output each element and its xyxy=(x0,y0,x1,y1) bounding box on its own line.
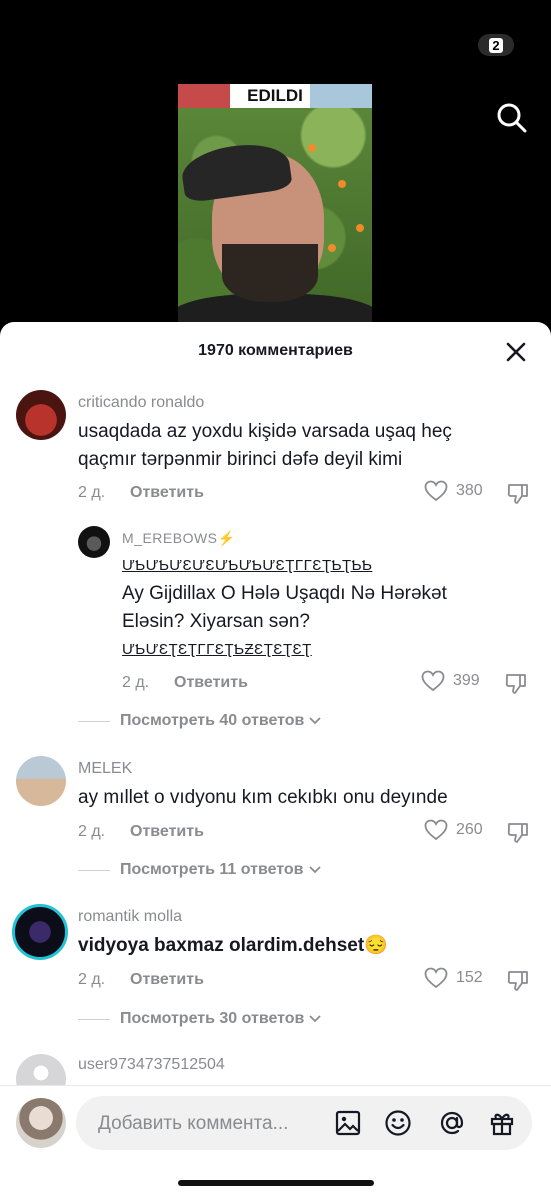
like-button[interactable]: 152 xyxy=(424,967,483,989)
comment-username[interactable]: MELEK xyxy=(78,760,132,778)
chevron-down-icon xyxy=(309,717,322,725)
like-button[interactable]: 380 xyxy=(424,480,483,502)
video-thumbnail[interactable]: EDILDI xyxy=(178,84,372,340)
like-count: 152 xyxy=(456,969,483,986)
avatar[interactable] xyxy=(16,390,66,440)
comment-input[interactable]: Добавить коммента... xyxy=(76,1096,532,1150)
heart-icon xyxy=(424,480,448,502)
view-replies-button[interactable]: Посмотреть 40 ответов xyxy=(78,712,322,730)
comment-time: 2 д. xyxy=(122,674,150,691)
image-icon[interactable] xyxy=(334,1109,362,1137)
comment-text: vidyoya baxmaz olardim.dehset😔 xyxy=(78,935,388,956)
view-replies-button[interactable]: Посмотреть 11 ответов xyxy=(78,861,322,879)
close-icon[interactable] xyxy=(503,339,529,365)
avatar[interactable] xyxy=(16,756,66,806)
mention-icon[interactable] xyxy=(438,1109,466,1137)
comment-text-line: ƯƄƯƄƯƐƯƐƯƄƯƄƯƐƮΓΓƐƮƄƮƄƄ xyxy=(122,557,373,574)
reply-button[interactable]: Ответить xyxy=(130,823,204,841)
dislike-icon[interactable] xyxy=(504,672,528,696)
comment-text: ay mıllet o vıdyonu kım cekıbkı onu deyı… xyxy=(78,787,448,808)
comment-time: 2 д. xyxy=(78,484,106,501)
comment-username[interactable]: user9734737512504 xyxy=(78,1056,225,1074)
reply-button[interactable]: Ответить xyxy=(130,484,204,502)
comments-count-title: 1970 комментариев xyxy=(198,342,353,359)
reply-button[interactable]: Ответить xyxy=(130,971,204,989)
comment-username[interactable]: criticando ronaldo xyxy=(78,394,204,412)
heart-icon xyxy=(424,819,448,841)
dislike-icon[interactable] xyxy=(506,969,530,993)
comment-username[interactable]: romantik molla xyxy=(78,908,182,926)
like-count: 260 xyxy=(456,821,483,838)
comment-text-line: Eləsin? Xiyarsan sən? xyxy=(122,611,310,632)
emoji-icon[interactable] xyxy=(384,1109,412,1137)
gift-icon[interactable] xyxy=(488,1109,516,1137)
my-avatar xyxy=(16,1098,66,1148)
avatar[interactable] xyxy=(78,526,110,558)
comment-time: 2 д. xyxy=(78,823,106,840)
comment-text-line: ƯƄƯƐƮƐƮΓΓƐƮƄƵƐƮƐƮƐƮ xyxy=(122,641,312,658)
search-icon[interactable] xyxy=(494,100,528,134)
reply-button[interactable]: Ответить xyxy=(174,674,248,692)
like-count: 399 xyxy=(453,672,480,689)
notification-badge[interactable]: 2 xyxy=(478,34,514,56)
chevron-down-icon xyxy=(309,1015,322,1023)
comment-time: 2 д. xyxy=(78,971,106,988)
chevron-down-icon xyxy=(308,866,321,874)
like-button[interactable]: 399 xyxy=(421,670,480,692)
dislike-icon[interactable] xyxy=(506,821,530,845)
comments-sheet: 1970 комментариев criticando ronaldo usa… xyxy=(0,322,551,1201)
video-banner: EDILDI xyxy=(178,84,372,108)
heart-icon xyxy=(424,967,448,989)
home-indicator xyxy=(178,1180,374,1186)
view-replies-button[interactable]: Посмотреть 30 ответов xyxy=(78,1010,322,1028)
heart-icon xyxy=(421,670,445,692)
like-button[interactable]: 260 xyxy=(424,819,483,841)
comment-username[interactable]: M_EREBOWS⚡ xyxy=(122,530,235,547)
like-count: 380 xyxy=(456,482,483,499)
video-area: 2 EDILDI xyxy=(0,0,551,340)
comment-text-line: Ay Gijdillax O Hələ Uşaqdı Nə Hərəkət xyxy=(122,583,447,604)
dislike-icon[interactable] xyxy=(506,482,530,506)
comment-input-bar: Добавить коммента... xyxy=(0,1085,551,1201)
comment-text: usaqdada az yoxdu kişidə varsada uşaq he… xyxy=(78,421,452,470)
avatar[interactable] xyxy=(12,904,68,960)
